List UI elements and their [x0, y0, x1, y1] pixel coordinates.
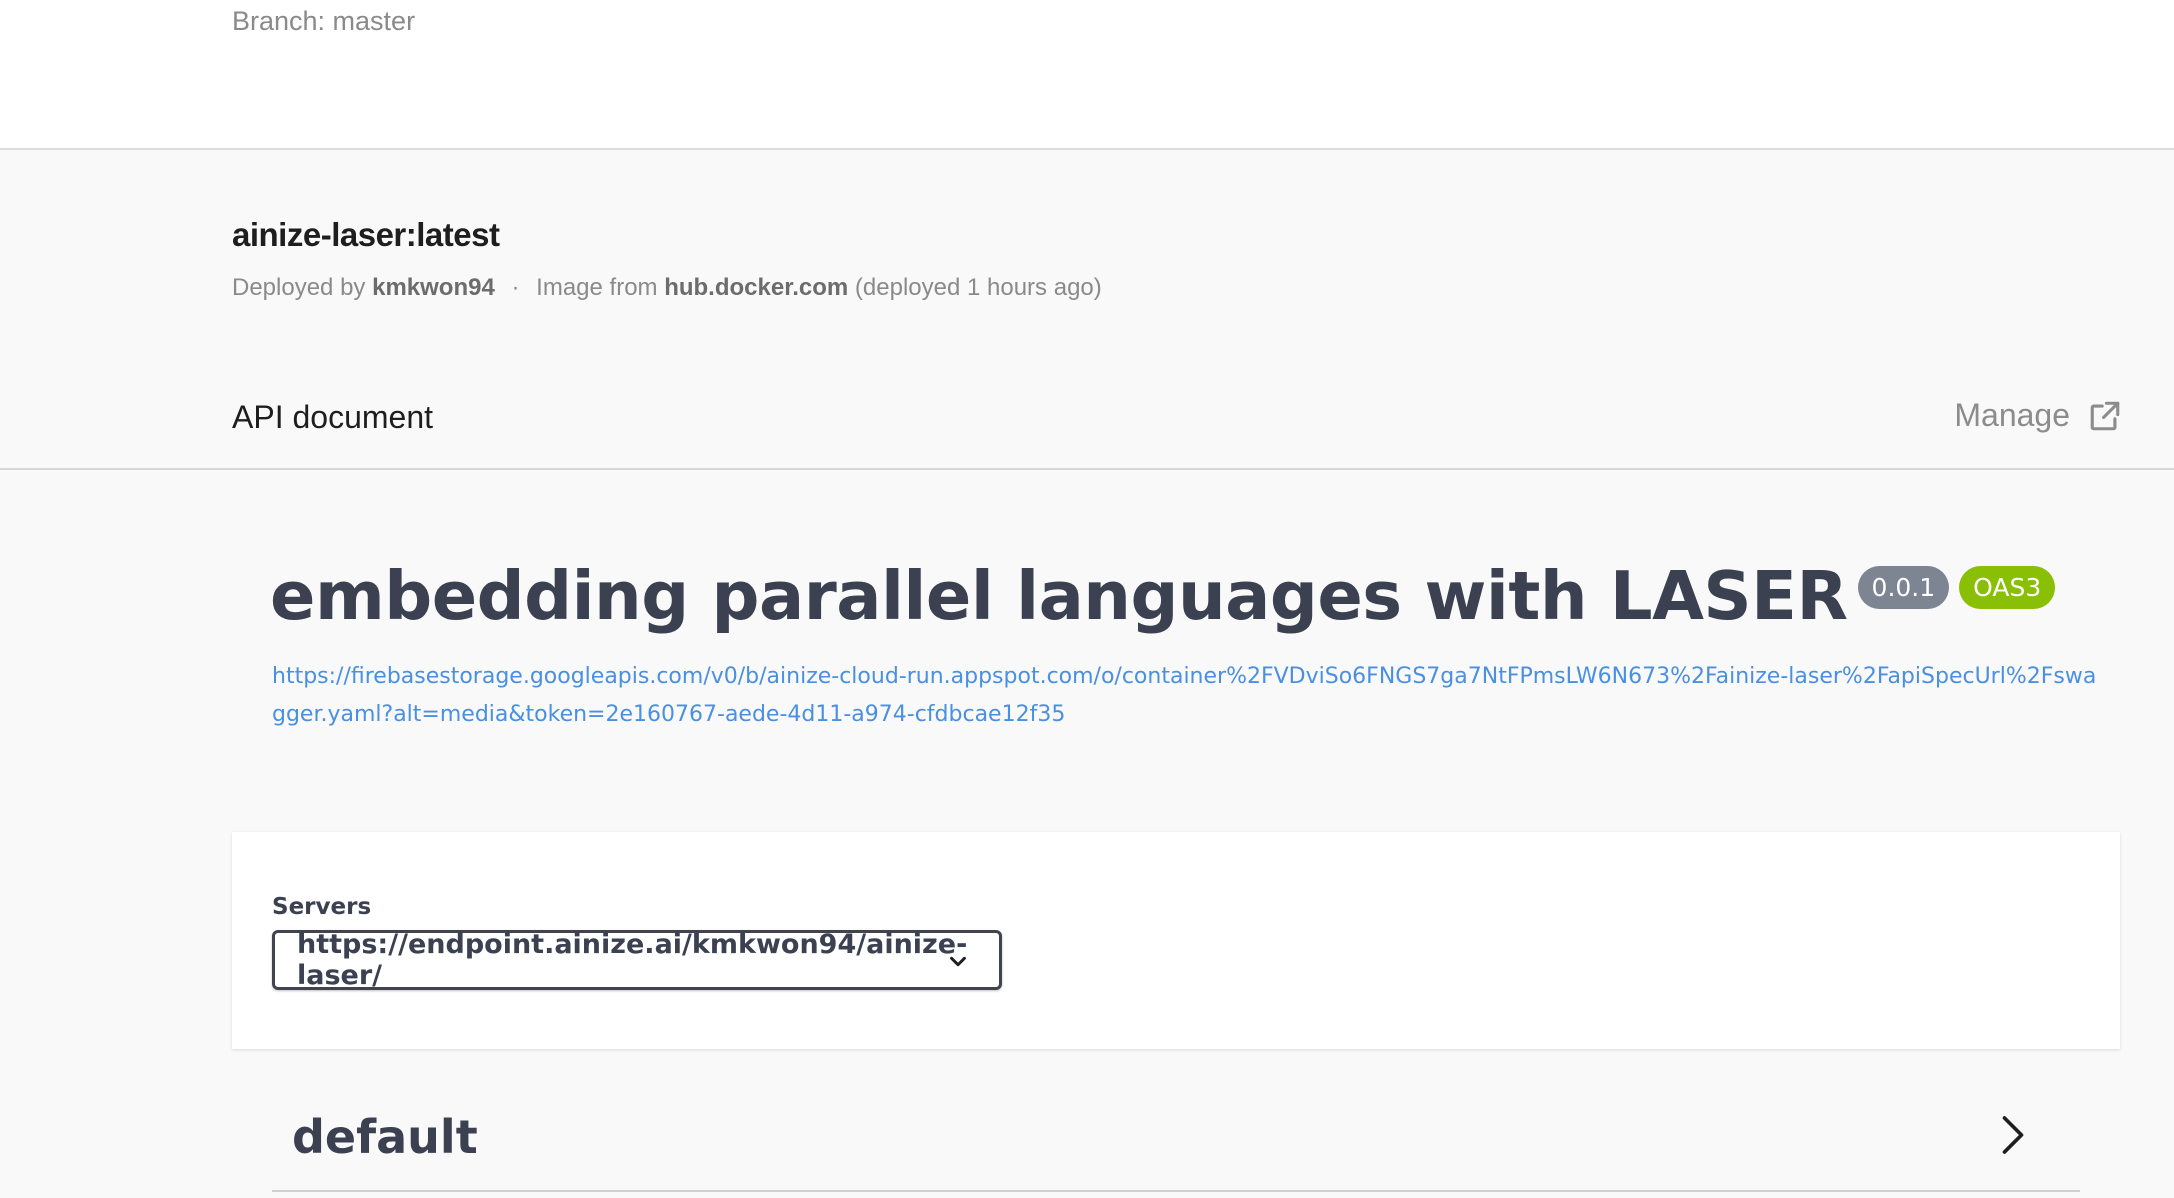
oas-badge: OAS3: [1959, 566, 2056, 609]
branch-label: Branch: master: [232, 6, 416, 36]
top-strip: Branch: master: [0, 0, 2174, 150]
separator-dot: ·: [511, 274, 520, 301]
manage-label: Manage: [1954, 397, 2070, 433]
servers-card: Servers https://endpoint.ainize.ai/kmkwo…: [232, 832, 2120, 1049]
deployed-time: (deployed 1 hours ago): [854, 274, 1102, 301]
tag-name: default: [292, 1110, 478, 1164]
api-document-header: API document Manage: [0, 385, 2174, 470]
version-badge: 0.0.1: [1857, 566, 1950, 609]
deployed-by-prefix: Deployed by: [232, 274, 366, 301]
chevron-right-icon[interactable]: [1996, 1112, 2030, 1158]
deploy-info: Deployed by kmkwon94 · Image from hub.do…: [232, 274, 1102, 302]
chevron-down-icon: [950, 956, 966, 967]
image-from-prefix: Image from: [536, 274, 658, 301]
api-document-title: API document: [232, 399, 433, 435]
manage-button[interactable]: Manage: [1954, 397, 2122, 434]
image-source[interactable]: hub.docker.com: [664, 274, 848, 301]
servers-label: Servers: [272, 894, 372, 920]
spec-url-link[interactable]: https://firebasestorage.googleapis.com/v…: [272, 658, 2102, 734]
swagger-title: embedding parallel languages with LASER: [270, 557, 1848, 635]
external-link-icon: [2090, 401, 2120, 430]
selected-server: https://endpoint.ainize.ai/kmkwon94/aini…: [297, 929, 968, 991]
container-title: ainize-laser:latest: [232, 216, 500, 253]
tag-section-default[interactable]: default: [272, 1082, 2080, 1192]
servers-select[interactable]: https://endpoint.ainize.ai/kmkwon94/aini…: [272, 929, 1002, 991]
swagger-info-title-row: embedding parallel languages with LASER …: [270, 557, 2056, 635]
deployed-by-user[interactable]: kmkwon94: [372, 274, 495, 301]
